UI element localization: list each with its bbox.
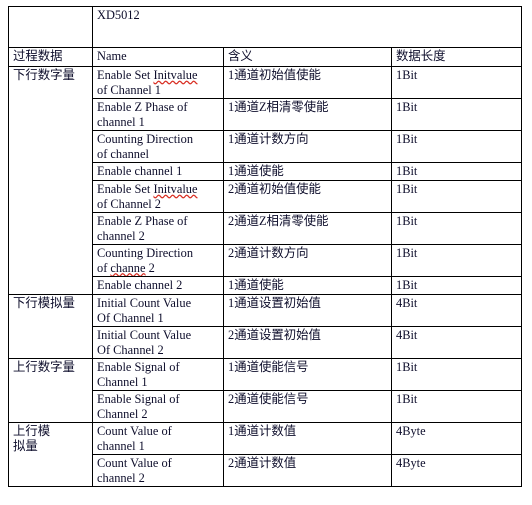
row-meaning: 2通道使能信号 <box>223 390 392 423</box>
row-name: Enable channel 1 <box>92 162 224 181</box>
row-length: 1Bit <box>390 66 523 99</box>
group-label-downlink-digital: 下行数字量 <box>8 66 93 295</box>
row-name-part2: Of Channel 1 <box>97 310 164 325</box>
row-length: 4Byte <box>390 422 523 455</box>
row-name-part2: of Channel 1 <box>97 82 162 97</box>
row-name-part2: channel 2 <box>97 228 145 243</box>
row-name-part: Count Value of <box>97 424 172 438</box>
group-label-uplink-analog: 上行模 拟量 <box>8 422 93 487</box>
row-name-part: Enable Set <box>97 182 154 196</box>
row-name-misspelled: Initvalue <box>153 68 198 82</box>
row-name-part2: Of Channel 2 <box>97 342 164 357</box>
row-meaning: 1通道Z相清零使能 <box>223 98 392 131</box>
row-name-part2: Channel 1 <box>97 374 148 389</box>
table-row: 上行模 拟量 Count Value of channel 1 1通道计数值 4By… <box>8 422 523 487</box>
row-name: Enable Z Phase of channel 2 <box>92 212 224 245</box>
row-length: 1Bit <box>390 130 523 163</box>
row-name-part2: channel 1 <box>97 438 145 453</box>
row-name: Enable Signal of Channel 2 <box>92 390 224 423</box>
row-length: 4Byte <box>390 454 523 487</box>
row-name-part2: of channel <box>97 146 149 161</box>
row-name-part2: of Channel 2 <box>97 196 162 211</box>
row-meaning: 2通道计数值 <box>223 454 392 487</box>
header-group-label: 过程数据 <box>8 47 93 67</box>
row-name-prefix: of <box>97 260 111 275</box>
row-meaning: 1通道计数方向 <box>223 130 392 163</box>
row-name-part: Counting Direction <box>97 132 194 146</box>
row-meaning: 2通道设置初始值 <box>223 326 392 359</box>
row-length: 1Bit <box>390 244 523 277</box>
row-name: Enable Z Phase of channel 1 <box>92 98 224 131</box>
row-length: 1Bit <box>390 390 523 423</box>
row-name: Enable Set Initvalue of Channel 1 <box>92 66 224 99</box>
row-length: 4Bit <box>390 294 523 327</box>
row-length: 4Bit <box>390 326 523 359</box>
process-data-spec-table: XD5012 过程数据 Name 含义 数据长度 下行数字量 Enable Se… <box>8 6 523 487</box>
row-name-misspelled: Initvalue <box>153 182 198 196</box>
row-name-suffix: 2 <box>145 260 155 275</box>
row-name-part: Enable Set <box>97 68 154 82</box>
row-meaning: 2通道初始值使能 <box>223 180 392 213</box>
row-name-part: Initial Count Value <box>97 328 192 342</box>
row-meaning: 2通道Z相清零使能 <box>223 212 392 245</box>
row-name: Enable Signal of Channel 1 <box>92 358 224 391</box>
row-meaning: 1通道使能信号 <box>223 358 392 391</box>
row-name: Count Value of channel 2 <box>92 454 224 487</box>
row-meaning: 2通道计数方向 <box>223 244 392 277</box>
group-label-line1: 上行模 <box>13 424 51 438</box>
row-name-part: Enable Signal of <box>97 392 180 406</box>
table-row: 下行模拟量 Initial Count Value Of Channel 1 1通… <box>8 294 523 359</box>
row-name-part: Enable Signal of <box>97 360 180 374</box>
row-meaning: 1通道使能 <box>223 276 392 295</box>
row-name: Enable channel 2 <box>92 276 224 295</box>
row-name: Initial Count Value Of Channel 2 <box>92 326 224 359</box>
row-name-part2: channel 1 <box>97 114 145 129</box>
row-meaning: 1通道初始值使能 <box>223 66 392 99</box>
group-label-uplink-digital: 上行数字量 <box>8 358 93 423</box>
row-meaning: 1通道计数值 <box>223 422 392 455</box>
header-meaning: 含义 <box>223 47 392 67</box>
row-name-part: Count Value of <box>97 456 172 470</box>
row-length: 1Bit <box>390 180 523 213</box>
table-row: 上行数字量 Enable Signal of Channel 1 1通道使能信号 … <box>8 358 523 423</box>
table-row-header: 过程数据 Name 含义 数据长度 <box>8 47 523 67</box>
group-label-downlink-analog: 下行模拟量 <box>8 294 93 359</box>
table-row: 下行数字量 Enable Set Initvalue of Channel 1 1… <box>8 66 523 295</box>
row-name: Counting Direction of channel <box>92 130 224 163</box>
row-length: 1Bit <box>390 98 523 131</box>
module-title-cell: XD5012 <box>91 6 523 48</box>
header-name: Name <box>92 47 224 67</box>
row-name: Counting Direction of channe 2 <box>92 244 224 277</box>
row-name-part: Counting Direction <box>97 246 194 260</box>
row-name: Enable Set Initvalue of Channel 2 <box>92 180 224 213</box>
corner-blank-cell <box>8 6 93 48</box>
table-row-title: XD5012 <box>8 6 523 48</box>
document-page: XD5012 过程数据 Name 含义 数据长度 下行数字量 Enable Se… <box>0 0 532 505</box>
row-name-part: Enable Z Phase of <box>97 214 188 228</box>
row-meaning: 1通道设置初始值 <box>223 294 392 327</box>
row-name-part: Initial Count Value <box>97 296 192 310</box>
header-length: 数据长度 <box>390 47 523 67</box>
row-length: 1Bit <box>390 358 523 391</box>
row-name-misspelled: channe <box>110 260 146 275</box>
row-length: 1Bit <box>390 276 523 295</box>
row-length: 1Bit <box>390 162 523 181</box>
row-length: 1Bit <box>390 212 523 245</box>
row-name-part: Enable Z Phase of <box>97 100 188 114</box>
row-name-part2: Channel 2 <box>97 406 148 421</box>
row-name-part2: channel 2 <box>97 470 145 485</box>
row-name: Count Value of channel 1 <box>92 422 224 455</box>
row-meaning: 1通道使能 <box>223 162 392 181</box>
group-label-line2: 拟量 <box>13 438 38 453</box>
row-name: Initial Count Value Of Channel 1 <box>92 294 224 327</box>
